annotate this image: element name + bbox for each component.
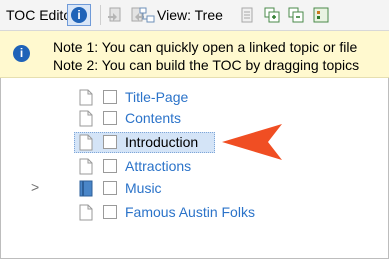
tree-item-title-page[interactable]: Title-Page <box>0 87 389 108</box>
toolbar-title: TOC Editor <box>6 7 76 23</box>
tree-item-music[interactable]: > Music <box>0 178 389 199</box>
info-icon: i <box>71 7 87 23</box>
item-checkbox[interactable] <box>103 159 117 173</box>
tree-view-icon[interactable] <box>313 7 329 23</box>
info-icon: i <box>13 45 30 62</box>
expand-chevron-icon[interactable]: > <box>31 179 39 195</box>
collapse-icon[interactable] <box>288 7 304 23</box>
document-icon <box>79 110 93 127</box>
toolbar-separator <box>100 5 101 25</box>
note-bar: i Note 1: You can quickly open a linked … <box>0 31 389 78</box>
tree-item-label[interactable]: Music <box>125 180 162 196</box>
toolbar: TOC Editor i View: Tree <box>0 0 389 31</box>
tree-item-attractions[interactable]: Attractions <box>0 156 389 177</box>
tree-item-label[interactable]: Attractions <box>125 158 191 174</box>
tree-item-label[interactable]: Contents <box>125 110 181 126</box>
tree-item-contents[interactable]: Contents <box>0 108 389 129</box>
tree-item-label[interactable]: Famous Austin Folks <box>125 204 255 220</box>
topic-left-icon[interactable] <box>107 7 123 23</box>
item-checkbox[interactable] <box>103 205 117 219</box>
document-icon <box>79 204 93 221</box>
document-icon <box>79 158 93 175</box>
item-checkbox[interactable] <box>103 135 117 149</box>
note-line-2: Note 2: You can build the TOC by draggin… <box>53 57 360 73</box>
view-dropdown[interactable]: View: Tree <box>157 7 223 23</box>
item-checkbox[interactable] <box>103 90 117 104</box>
item-checkbox[interactable] <box>103 181 117 195</box>
document-icon <box>79 134 93 151</box>
view-tree-icon[interactable] <box>139 7 155 23</box>
info-toggle-button[interactable]: i <box>67 4 91 26</box>
document-icon <box>79 89 93 106</box>
tree-item-label[interactable]: Title-Page <box>125 89 188 105</box>
list-icon[interactable] <box>239 7 255 23</box>
book-icon <box>79 180 93 197</box>
note-line-1: Note 1: You can quickly open a linked to… <box>53 39 358 55</box>
tree-item-famous-austin-folks[interactable]: Famous Austin Folks <box>0 202 389 223</box>
item-checkbox[interactable] <box>103 111 117 125</box>
callout-arrow-icon <box>222 124 282 160</box>
tree-item-introduction[interactable]: Introduction <box>0 132 389 153</box>
expand-icon[interactable] <box>264 7 280 23</box>
tree-item-label[interactable]: Introduction <box>125 134 198 150</box>
